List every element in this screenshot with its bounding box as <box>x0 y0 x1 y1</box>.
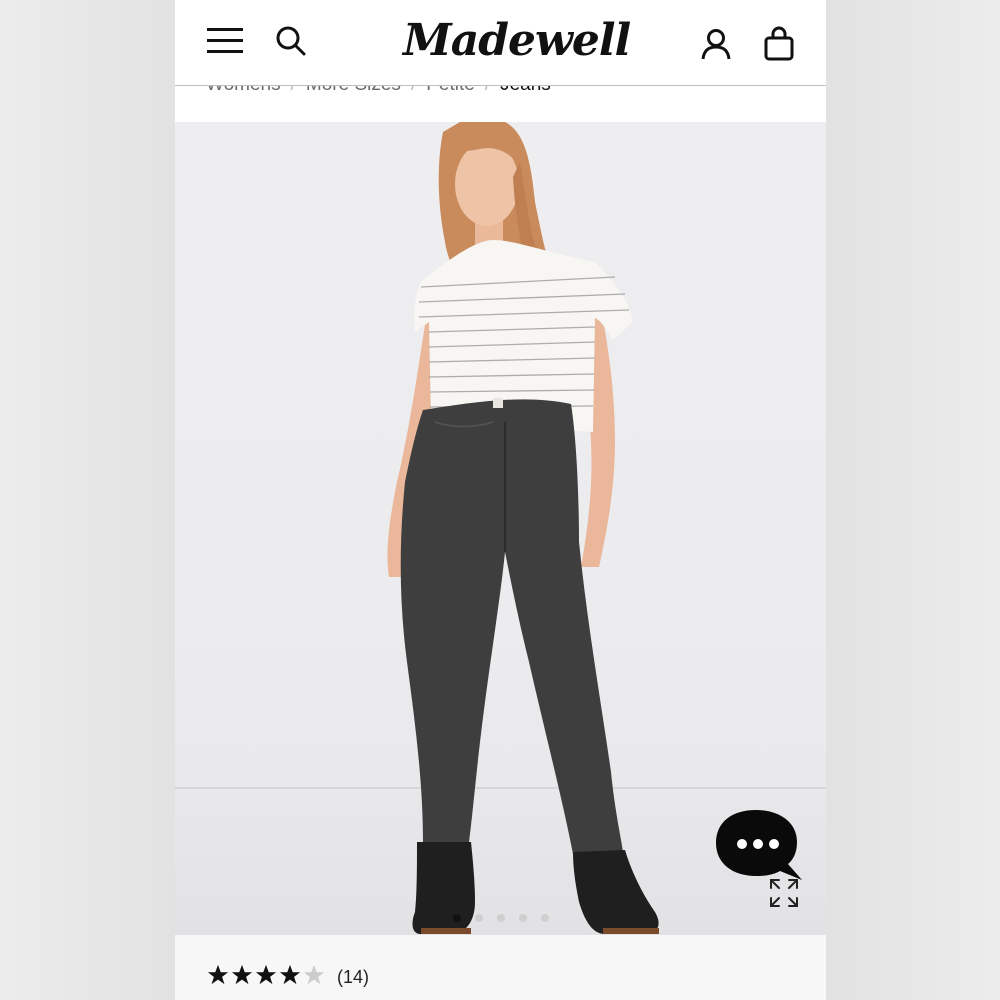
chat-bubble-icon[interactable] <box>714 808 806 880</box>
carousel-dot-5[interactable] <box>541 914 549 922</box>
star-filled-icon <box>279 964 301 985</box>
menu-icon[interactable] <box>207 26 243 56</box>
rating-row: (14) <box>175 935 826 1000</box>
carousel-dot-1[interactable] <box>453 914 461 922</box>
review-count[interactable]: (14) <box>337 967 369 988</box>
expand-icon[interactable] <box>769 878 799 908</box>
star-filled-icon <box>231 964 253 985</box>
backdrop-left <box>0 0 175 1000</box>
carousel-dot-3[interactable] <box>497 914 505 922</box>
site-header: Madewell <box>175 0 826 86</box>
star-empty-icon <box>303 964 325 985</box>
account-icon[interactable] <box>701 28 731 60</box>
backdrop-right <box>826 0 1000 1000</box>
shopping-bag-icon[interactable] <box>763 26 795 62</box>
product-page: Madewell Womens/More Sizes/Petite/Jeans <box>175 0 826 1000</box>
brand-logo[interactable]: Madewell <box>403 12 631 70</box>
carousel-dot-2[interactable] <box>475 914 483 922</box>
carousel-dot-4[interactable] <box>519 914 527 922</box>
search-icon[interactable] <box>275 25 307 57</box>
star-filled-icon <box>207 964 229 985</box>
star-filled-icon <box>255 964 277 985</box>
